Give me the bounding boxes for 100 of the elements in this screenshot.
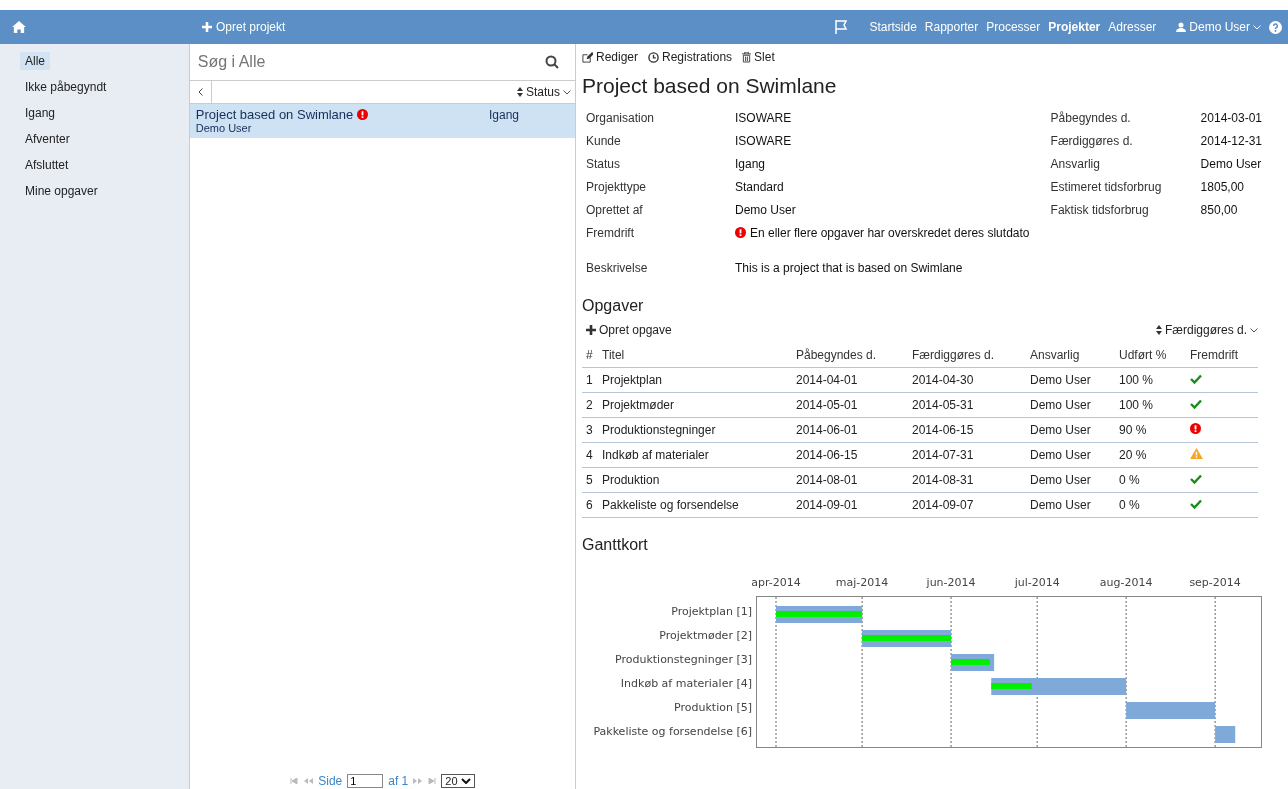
- table-cell: 2014-07-31: [908, 442, 1026, 468]
- project-heading: Project based on Swimlane: [582, 74, 838, 98]
- field-value: ISOWARE: [735, 110, 792, 125]
- column-header: Påbegyndes d.: [792, 343, 908, 368]
- table-cell: 2014-08-01: [792, 467, 908, 493]
- action-link[interactable]: Registrations: [648, 50, 733, 64]
- month-label: jul-2014: [1013, 576, 1061, 589]
- table-cell: Produktionstegninger: [598, 417, 792, 443]
- field-value: 850,00: [1200, 202, 1238, 217]
- table-cell: 2014-09-07: [908, 492, 1026, 518]
- column-header: #: [582, 343, 598, 368]
- sort-icon: [516, 87, 523, 97]
- help-icon[interactable]: [1269, 20, 1282, 34]
- field-label: Færdiggøres d.: [1050, 133, 1134, 148]
- field-value: Igang: [735, 156, 766, 171]
- field-value: Demo User: [735, 202, 796, 217]
- chevron-down-icon: [460, 778, 471, 784]
- field-value: En eller flere opgaver har overskredet deres slutdato: [750, 225, 1030, 240]
- gantt-row-label: Indkøb af materialer [4]: [620, 676, 752, 692]
- gantt-row-label: Projektplan [1]: [671, 604, 752, 620]
- table-cell: 0 %: [1115, 467, 1186, 493]
- table-cell: Projektmøder: [598, 392, 792, 418]
- table-cell: 6: [582, 492, 598, 518]
- plus-icon: [202, 22, 212, 32]
- trash-icon: [742, 51, 752, 63]
- sidebar-item[interactable]: Igang: [20, 104, 61, 122]
- field-label: Status: [586, 156, 622, 171]
- month-label: jun-2014: [925, 576, 977, 589]
- first-page-icon[interactable]: [290, 778, 299, 784]
- table-cell: 100 %: [1115, 367, 1186, 393]
- table-cell: 2014-08-31: [908, 467, 1026, 493]
- sidebar-item[interactable]: Mine opgaver: [20, 182, 103, 200]
- table-cell: 5: [582, 467, 598, 493]
- table-cell: 90 %: [1115, 417, 1186, 443]
- project-item[interactable]: Project based on Swimlane Igang Demo User: [189, 104, 575, 138]
- table-cell: 4: [582, 442, 598, 468]
- table-cell: 2: [582, 392, 598, 418]
- project-owner: Demo User: [195, 122, 253, 134]
- field-value: Demo User: [1200, 156, 1262, 171]
- section-heading: Ganttkort: [582, 536, 649, 554]
- gantt-bar: [951, 654, 995, 671]
- table-cell: Demo User: [1026, 392, 1115, 418]
- flag-icon[interactable]: [833, 19, 850, 35]
- table-cell: Produktion: [598, 467, 792, 493]
- create-task-link[interactable]: Opret opgave: [586, 323, 672, 337]
- table-cell: Demo User: [1026, 442, 1115, 468]
- sort-dropdown[interactable]: Færdiggøres d.: [1155, 323, 1258, 337]
- table-cell: 0 %: [1115, 492, 1186, 518]
- table-cell: Demo User: [1026, 492, 1115, 518]
- sidebar-item[interactable]: Alle: [20, 52, 50, 70]
- clock-icon: [648, 51, 660, 63]
- home-icon[interactable]: [12, 21, 26, 33]
- sidebar-item[interactable]: Afsluttet: [20, 156, 74, 174]
- column-header: Fremdrift: [1186, 343, 1258, 368]
- table-cell: 100 %: [1115, 392, 1186, 418]
- field-value: Standard: [735, 179, 784, 194]
- field-value: ISOWARE: [735, 133, 792, 148]
- search-icon[interactable]: [545, 55, 559, 69]
- table-cell: 20 %: [1115, 442, 1186, 468]
- table-cell: 2014-09-01: [792, 492, 908, 518]
- month-label: apr-2014: [750, 576, 802, 589]
- table-cell: 2014-05-31: [908, 392, 1026, 418]
- plus-icon: [586, 325, 596, 335]
- sidebar-item[interactable]: Afventer: [20, 130, 75, 148]
- chevron-down-icon: [1250, 327, 1258, 333]
- field-label: Påbegyndes d.: [1050, 110, 1132, 125]
- table-cell: Demo User: [1026, 467, 1115, 493]
- table-cell: 1: [582, 367, 598, 393]
- previous-page-icon[interactable]: [303, 778, 314, 784]
- table-cell: Indkøb af materialer: [598, 442, 792, 468]
- table-cell: 2014-06-15: [792, 442, 908, 468]
- alert-icon: [735, 227, 746, 238]
- field-value: 2014-12-31: [1200, 133, 1262, 148]
- table-cell: 2014-05-01: [792, 392, 908, 418]
- chevron-down-icon: [563, 89, 571, 95]
- page-label: Side: [318, 774, 343, 788]
- field-value: This is a project that is based on Swimlane: [735, 260, 963, 275]
- field-label: Projekttype: [586, 179, 648, 194]
- page-count: af 1: [388, 774, 409, 788]
- table-cell: 3: [582, 417, 598, 443]
- next-page-icon[interactable]: [413, 778, 424, 784]
- table-cell: 2014-06-15: [908, 417, 1026, 443]
- field-value: 1805,00: [1200, 179, 1244, 194]
- field-label: Kunde: [586, 133, 622, 148]
- column-header: Udført %: [1115, 343, 1186, 368]
- table-cell: Demo User: [1026, 367, 1115, 393]
- field-label: Fremdrift: [586, 225, 635, 240]
- month-label: aug-2014: [1098, 576, 1154, 589]
- field-label: Oprettet af: [586, 202, 644, 217]
- action-link[interactable]: Rediger: [582, 50, 639, 64]
- gantt-row-label: Produktionstegninger [3]: [615, 652, 752, 668]
- sidebar-item[interactable]: Ikke påbegyndt: [20, 78, 112, 96]
- table-cell: Demo User: [1026, 417, 1115, 443]
- sort-dropdown[interactable]: Status: [516, 85, 575, 99]
- month-label: maj-2014: [834, 576, 890, 589]
- page-size-select[interactable]: 20: [441, 774, 475, 788]
- last-page-icon[interactable]: [428, 778, 437, 784]
- page-input[interactable]: 1: [347, 774, 384, 788]
- action-link[interactable]: Slet: [742, 50, 775, 64]
- field-label: Ansvarlig: [1050, 156, 1101, 171]
